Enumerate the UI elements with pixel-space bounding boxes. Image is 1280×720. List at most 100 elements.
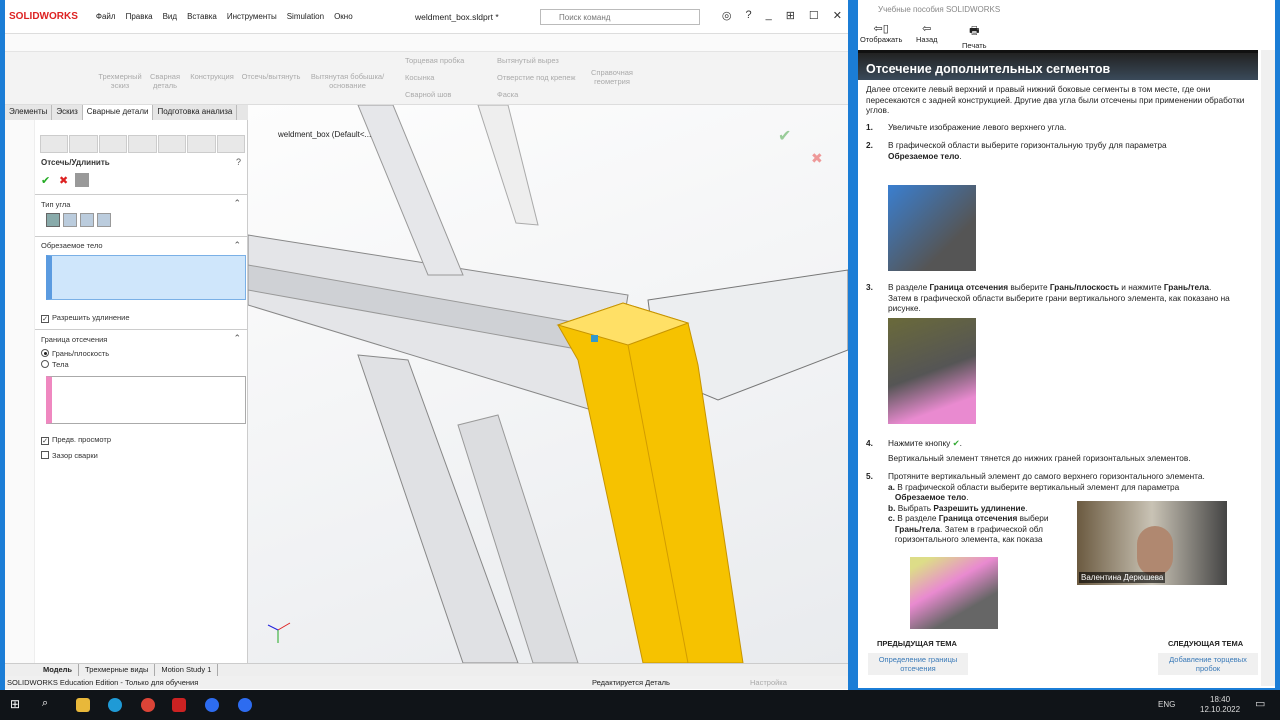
print-button[interactable]: 🖶 Печать: [962, 22, 987, 50]
intro-text: Далее отсеките левый верхний и правый ни…: [866, 84, 1245, 115]
step-3: 3. В разделе Граница отсечения выберите Г…: [866, 282, 1230, 313]
document-title: weldment_box.sldprt *: [415, 12, 499, 22]
trim-boundary-selection-box[interactable]: [46, 376, 246, 424]
graphics-viewport[interactable]: weldment_box (Default<... ✔ ✖: [247, 104, 849, 664]
menu-tools[interactable]: Инструменты: [227, 12, 277, 21]
tab-display[interactable]: [157, 135, 187, 153]
menu-simulation[interactable]: Simulation: [287, 12, 324, 21]
tab-property-manager[interactable]: [69, 135, 98, 153]
tab-more[interactable]: [216, 135, 245, 153]
tab-3d-views[interactable]: Трехмерные виды: [79, 664, 156, 676]
bottom-tabs: Модель Трехмерные виды Motion Study 1: [5, 663, 848, 676]
cmd-extruded-cut[interactable]: Вытянутый вырез: [497, 56, 559, 65]
cmd-chamfer[interactable]: Фаска: [497, 90, 518, 99]
corner-type-label: Тип угла: [41, 200, 71, 209]
cmd-reference-geometry[interactable]: Справочная геометрия: [587, 68, 637, 86]
cmd-extruded-boss[interactable]: Вытянутая бобышка/основание: [310, 72, 385, 90]
prev-topic-link[interactable]: Определение границы отсечения: [868, 653, 968, 675]
confirm-check-icon[interactable]: ✔: [778, 128, 791, 145]
preview-checkbox[interactable]: ✓ Предв. просмотр: [41, 435, 111, 445]
file-explorer-icon[interactable]: [76, 698, 90, 712]
face-plane-radio[interactable]: Грань/плоскость: [41, 349, 109, 358]
feature-tree-root[interactable]: weldment_box (Default<...: [277, 130, 371, 139]
pm-tabs: [40, 135, 245, 153]
ok-check-icon[interactable]: ✔: [41, 174, 50, 187]
pin-icon[interactable]: [75, 173, 89, 187]
tab-features[interactable]: Элементы: [5, 105, 53, 120]
edge-icon[interactable]: [108, 698, 122, 712]
scrollbar[interactable]: [1261, 50, 1275, 686]
menu-insert[interactable]: Вставка: [187, 12, 217, 21]
collapse-icon[interactable]: ⌃: [233, 240, 241, 251]
cmd-end-cap[interactable]: Торцевая пробка: [405, 56, 464, 65]
tutorial-image-extend: [910, 557, 998, 629]
maximize-button[interactable]: ☐: [809, 9, 819, 22]
menu-window[interactable]: Окно: [334, 12, 353, 21]
selection-handle-icon[interactable]: [591, 335, 598, 342]
menu-view[interactable]: Вид: [163, 12, 177, 21]
tab-dimxpert[interactable]: [128, 135, 157, 153]
collapse-icon[interactable]: ⌃: [233, 198, 241, 209]
status-settings[interactable]: Настройка: [750, 678, 787, 687]
tab-weldments[interactable]: Сварные детали: [82, 105, 154, 120]
step-2: 2. В графической области выберите горизон…: [866, 140, 1167, 161]
corner-end-trim-icon[interactable]: [46, 213, 60, 227]
help-icon[interactable]: ?: [745, 9, 751, 22]
title-bar: SOLIDWORKS Файл Правка Вид Вставка Инструмен…: [5, 0, 848, 34]
cmd-3d-sketch[interactable]: Трехмерный эскиз: [97, 72, 143, 90]
weldment-model-3d[interactable]: weldment_box (Default<... ✔ ✖: [247, 104, 849, 664]
show-button[interactable]: ⇦▯ Отображать: [860, 22, 902, 44]
next-topic-link[interactable]: Добавление торцевых пробок: [1158, 653, 1258, 675]
collapse-icon[interactable]: ⌃: [233, 333, 241, 344]
zoom-icon-2[interactable]: [238, 698, 252, 712]
notifications-icon[interactable]: ▭: [1255, 697, 1265, 710]
bodies-radio[interactable]: Тела: [41, 360, 69, 369]
cmd-trim-extend[interactable]: Отсечь/вытянуть: [239, 72, 303, 81]
weld-gap-checkbox[interactable]: Зазор сварки: [41, 451, 98, 460]
tab-model[interactable]: Модель: [37, 664, 80, 676]
cmd-gusset[interactable]: Косынка: [405, 73, 434, 82]
language-indicator[interactable]: ENG: [1158, 700, 1175, 709]
tab-config[interactable]: [98, 135, 128, 153]
next-topic-label: Следующая тема: [1168, 639, 1244, 648]
user-icon[interactable]: ◎: [722, 9, 732, 22]
trim-body-label: Обрезаемое тело: [41, 241, 103, 250]
corner-butt1-icon[interactable]: [80, 213, 94, 227]
menu-file[interactable]: Файл: [96, 12, 116, 21]
status-edition: SOLIDWORKS Education Edition - Только дл…: [7, 678, 199, 687]
tab-simulation-prep[interactable]: Подготовка анализа: [153, 105, 238, 120]
tab-cam[interactable]: [187, 135, 216, 153]
allow-extension-checkbox[interactable]: ✓ Разрешить удлинение: [41, 313, 130, 323]
close-button[interactable]: ✕: [833, 9, 842, 22]
command-manager: Трехмерный эскиз Сварная деталь Конструк…: [5, 52, 848, 105]
corner-butt2-icon[interactable]: [97, 213, 111, 227]
clock[interactable]: 18:40 12.10.2022: [1200, 695, 1240, 715]
tab-feature-tree[interactable]: [40, 135, 69, 153]
minimize-button[interactable]: _: [766, 9, 772, 22]
back-button[interactable]: ⇦ Назад: [916, 22, 938, 44]
tab-motion-study[interactable]: Motion Study 1: [155, 664, 219, 676]
chrome-icon[interactable]: [141, 698, 155, 712]
restore-button[interactable]: ⊞: [786, 9, 795, 22]
search-icon[interactable]: ⌕: [42, 697, 48, 710]
trim-body-selection-box[interactable]: [46, 255, 246, 300]
zoom-icon[interactable]: [205, 698, 219, 712]
cancel-x-icon[interactable]: ✖: [811, 150, 823, 166]
video-participant-tile: Валентина Дерюшева: [1077, 501, 1227, 585]
solidworks-taskbar-icon[interactable]: [172, 698, 186, 712]
help-icon[interactable]: ?: [236, 157, 241, 167]
command-search-input[interactable]: Поиск команд: [540, 9, 700, 25]
cmd-weld-bead[interactable]: Сварной шов: [405, 90, 451, 99]
cmd-hole-wizard[interactable]: Отверстие под крепеж: [497, 73, 575, 82]
cancel-x-icon[interactable]: ✖: [59, 174, 68, 187]
step-1: 1. Увеличьте изображение левого верхнего …: [866, 122, 1067, 132]
cmd-weldment[interactable]: Сварная деталь: [145, 72, 185, 90]
menu-edit[interactable]: Правка: [126, 12, 153, 21]
pm-title: Отсечь/Удлинить: [41, 158, 110, 167]
corner-miter-icon[interactable]: [63, 213, 77, 227]
cmd-structural-member[interactable]: Конструкция: [187, 72, 237, 81]
tutorial-image-vertical-faces: [888, 318, 976, 424]
solidworks-logo: SOLIDWORKS: [9, 11, 78, 22]
tab-sketch[interactable]: Эскиз: [52, 105, 83, 120]
start-icon[interactable]: ⊞: [10, 697, 20, 711]
